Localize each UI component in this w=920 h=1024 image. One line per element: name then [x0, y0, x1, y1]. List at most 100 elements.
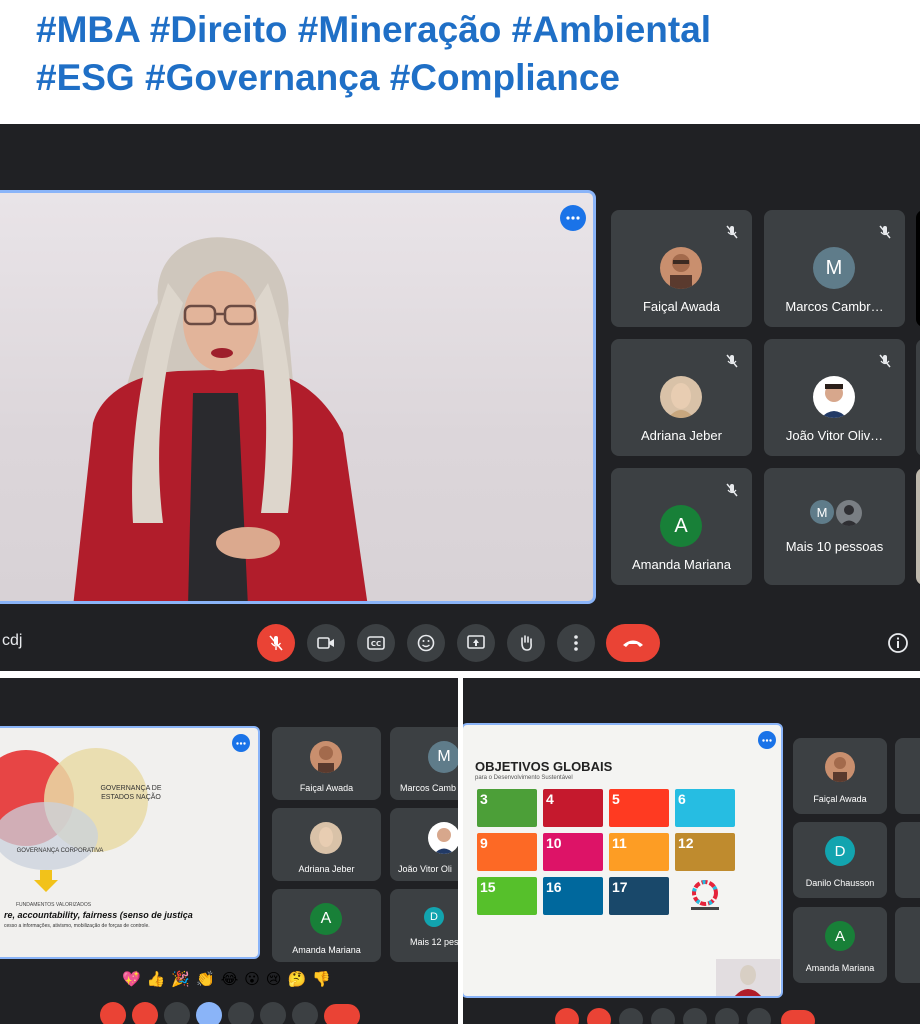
- mic-off-icon: [726, 354, 738, 368]
- participant-tile-partial[interactable]: [895, 907, 920, 983]
- participant-tile[interactable]: Faiçal Awada: [611, 210, 752, 327]
- svg-text:CC: CC: [371, 640, 381, 648]
- more-vert-icon: [574, 635, 578, 651]
- participant-tile[interactable]: Adriana Jeber: [611, 339, 752, 456]
- raise-hand-button[interactable]: [507, 624, 545, 662]
- avatar: M: [810, 500, 834, 524]
- more-options-button[interactable]: [557, 624, 595, 662]
- avatar: [813, 376, 855, 418]
- sdg-tile: 9: [477, 833, 537, 871]
- meeting-info-button[interactable]: [887, 632, 909, 659]
- more-options-dot[interactable]: [758, 731, 776, 749]
- dots-icon: [762, 738, 772, 742]
- participant-tile[interactable]: João Vitor Oli: [390, 808, 458, 881]
- meeting-window-bottom-right: OBJETIVOS GLOBAIS para o Desenvolvimento…: [463, 678, 920, 1024]
- reactions-button[interactable]: [407, 624, 445, 662]
- sdg-tile: 5: [609, 789, 669, 827]
- sdg-tile: 10: [543, 833, 603, 871]
- raise-hand-button[interactable]: [715, 1008, 739, 1024]
- captions-button[interactable]: [619, 1008, 643, 1024]
- end-call-button[interactable]: [324, 1004, 360, 1024]
- participant-tile[interactable]: Faiçal Awada: [793, 738, 887, 814]
- mic-off-icon: [879, 225, 891, 239]
- slide-subtitle: para o Desenvolvimento Sustentável: [475, 775, 573, 781]
- more-options-dot[interactable]: [232, 734, 250, 752]
- raise-hand-button[interactable]: [260, 1002, 286, 1024]
- more-people-tile[interactable]: D Mais 12 pes: [390, 889, 458, 962]
- participant-tile-partial[interactable]: [916, 468, 920, 585]
- avatar: [825, 752, 855, 782]
- participant-name: Adriana Jeber: [641, 428, 722, 443]
- reactions-button[interactable]: [196, 1002, 222, 1024]
- label-fundamentos: FUNDAMENTOS VALORIZADOS: [16, 902, 92, 908]
- shared-slide-objetivos: OBJETIVOS GLOBAIS para o Desenvolvimento…: [463, 723, 783, 998]
- meeting-code: cdj: [2, 632, 23, 649]
- avatar: D: [825, 836, 855, 866]
- more-people-tile[interactable]: M Mais 10 pessoas: [764, 468, 905, 585]
- label-governanca-estados: GOVERNANÇA DE ESTADOS NAÇÃO: [100, 785, 162, 801]
- end-call-button[interactable]: [606, 624, 660, 662]
- mic-toggle-button[interactable]: [555, 1008, 579, 1024]
- participant-tile[interactable]: Adriana Jeber: [272, 808, 381, 881]
- participant-tile[interactable]: A Amanda Mariana: [272, 889, 381, 962]
- participant-name: Amanda Mariana: [632, 557, 731, 572]
- mic-toggle-button[interactable]: [100, 1002, 126, 1024]
- participant-tile[interactable]: A Amanda Mariana: [611, 468, 752, 585]
- captions-button[interactable]: [164, 1002, 190, 1024]
- participant-name: Marcos Cambr…: [785, 299, 884, 314]
- dots-icon: [236, 741, 246, 745]
- avatar: M: [428, 741, 458, 773]
- more-options-button[interactable]: [292, 1002, 318, 1024]
- more-options-dot[interactable]: [560, 205, 586, 231]
- present-screen-button[interactable]: [457, 624, 495, 662]
- sdg-tile: 6: [675, 789, 735, 827]
- camera-icon: [317, 637, 334, 649]
- slide-main-text: re, accountability, fairness (senso de j…: [4, 910, 193, 920]
- dots-icon: [566, 216, 580, 220]
- present-screen-button[interactable]: [228, 1002, 254, 1024]
- participant-tile[interactable]: João Vitor Oliv…: [764, 339, 905, 456]
- present-screen-button[interactable]: [683, 1008, 707, 1024]
- camera-toggle-button[interactable]: [132, 1002, 158, 1024]
- participant-tile-partial[interactable]: [916, 210, 920, 327]
- participant-name: Marcos Camb: [400, 783, 457, 793]
- participant-name: João Vitor Oli: [398, 864, 452, 874]
- participant-tile[interactable]: D Danilo Chausson: [793, 822, 887, 898]
- sdg-tile: 12: [675, 833, 735, 871]
- sdg-tile: 3: [477, 789, 537, 827]
- main-speaker-video[interactable]: [0, 190, 596, 604]
- slide-title: OBJETIVOS GLOBAIS: [475, 759, 613, 774]
- captions-button[interactable]: CC: [357, 624, 395, 662]
- participant-name: Faiçal Awada: [642, 299, 721, 314]
- camera-toggle-button[interactable]: [307, 624, 345, 662]
- more-options-button[interactable]: [747, 1008, 771, 1024]
- participant-tile[interactable]: M Marcos Cambr…: [764, 210, 905, 327]
- participant-name: Amanda Mariana: [805, 963, 875, 973]
- hand-icon: [521, 635, 532, 651]
- hashtag-line-1: #MBA #Direito #Mineração #Ambiental: [36, 9, 712, 50]
- avatar: A: [310, 903, 342, 935]
- avatar: A: [825, 921, 855, 951]
- avatar: [428, 822, 458, 854]
- participant-tile-partial[interactable]: [916, 339, 920, 456]
- participant-tile[interactable]: A Amanda Mariana: [793, 907, 887, 983]
- present-icon: [467, 635, 485, 649]
- mic-off-icon: [879, 354, 891, 368]
- avatar: A: [660, 505, 702, 547]
- participant-tile-partial[interactable]: [895, 738, 920, 814]
- reactions-button[interactable]: [651, 1008, 675, 1024]
- camera-toggle-button[interactable]: [587, 1008, 611, 1024]
- mic-toggle-button[interactable]: [257, 624, 295, 662]
- avatar: [660, 376, 702, 418]
- sdg-tile: 17: [609, 877, 669, 915]
- presenter-thumbnail: [716, 959, 780, 996]
- avatar: [660, 247, 702, 289]
- participant-tile-partial[interactable]: [895, 822, 920, 898]
- end-call-button[interactable]: [781, 1010, 815, 1024]
- reactions-bar[interactable]: 💖👍🎉👏😂😮😢🤔👎: [122, 970, 337, 988]
- participant-name: Faiçal Awada: [299, 783, 354, 793]
- participant-tile[interactable]: M Marcos Camb: [390, 727, 458, 800]
- mic-off-icon: [726, 225, 738, 239]
- participant-tile[interactable]: Faiçal Awada: [272, 727, 381, 800]
- speaker-figure: [73, 237, 368, 601]
